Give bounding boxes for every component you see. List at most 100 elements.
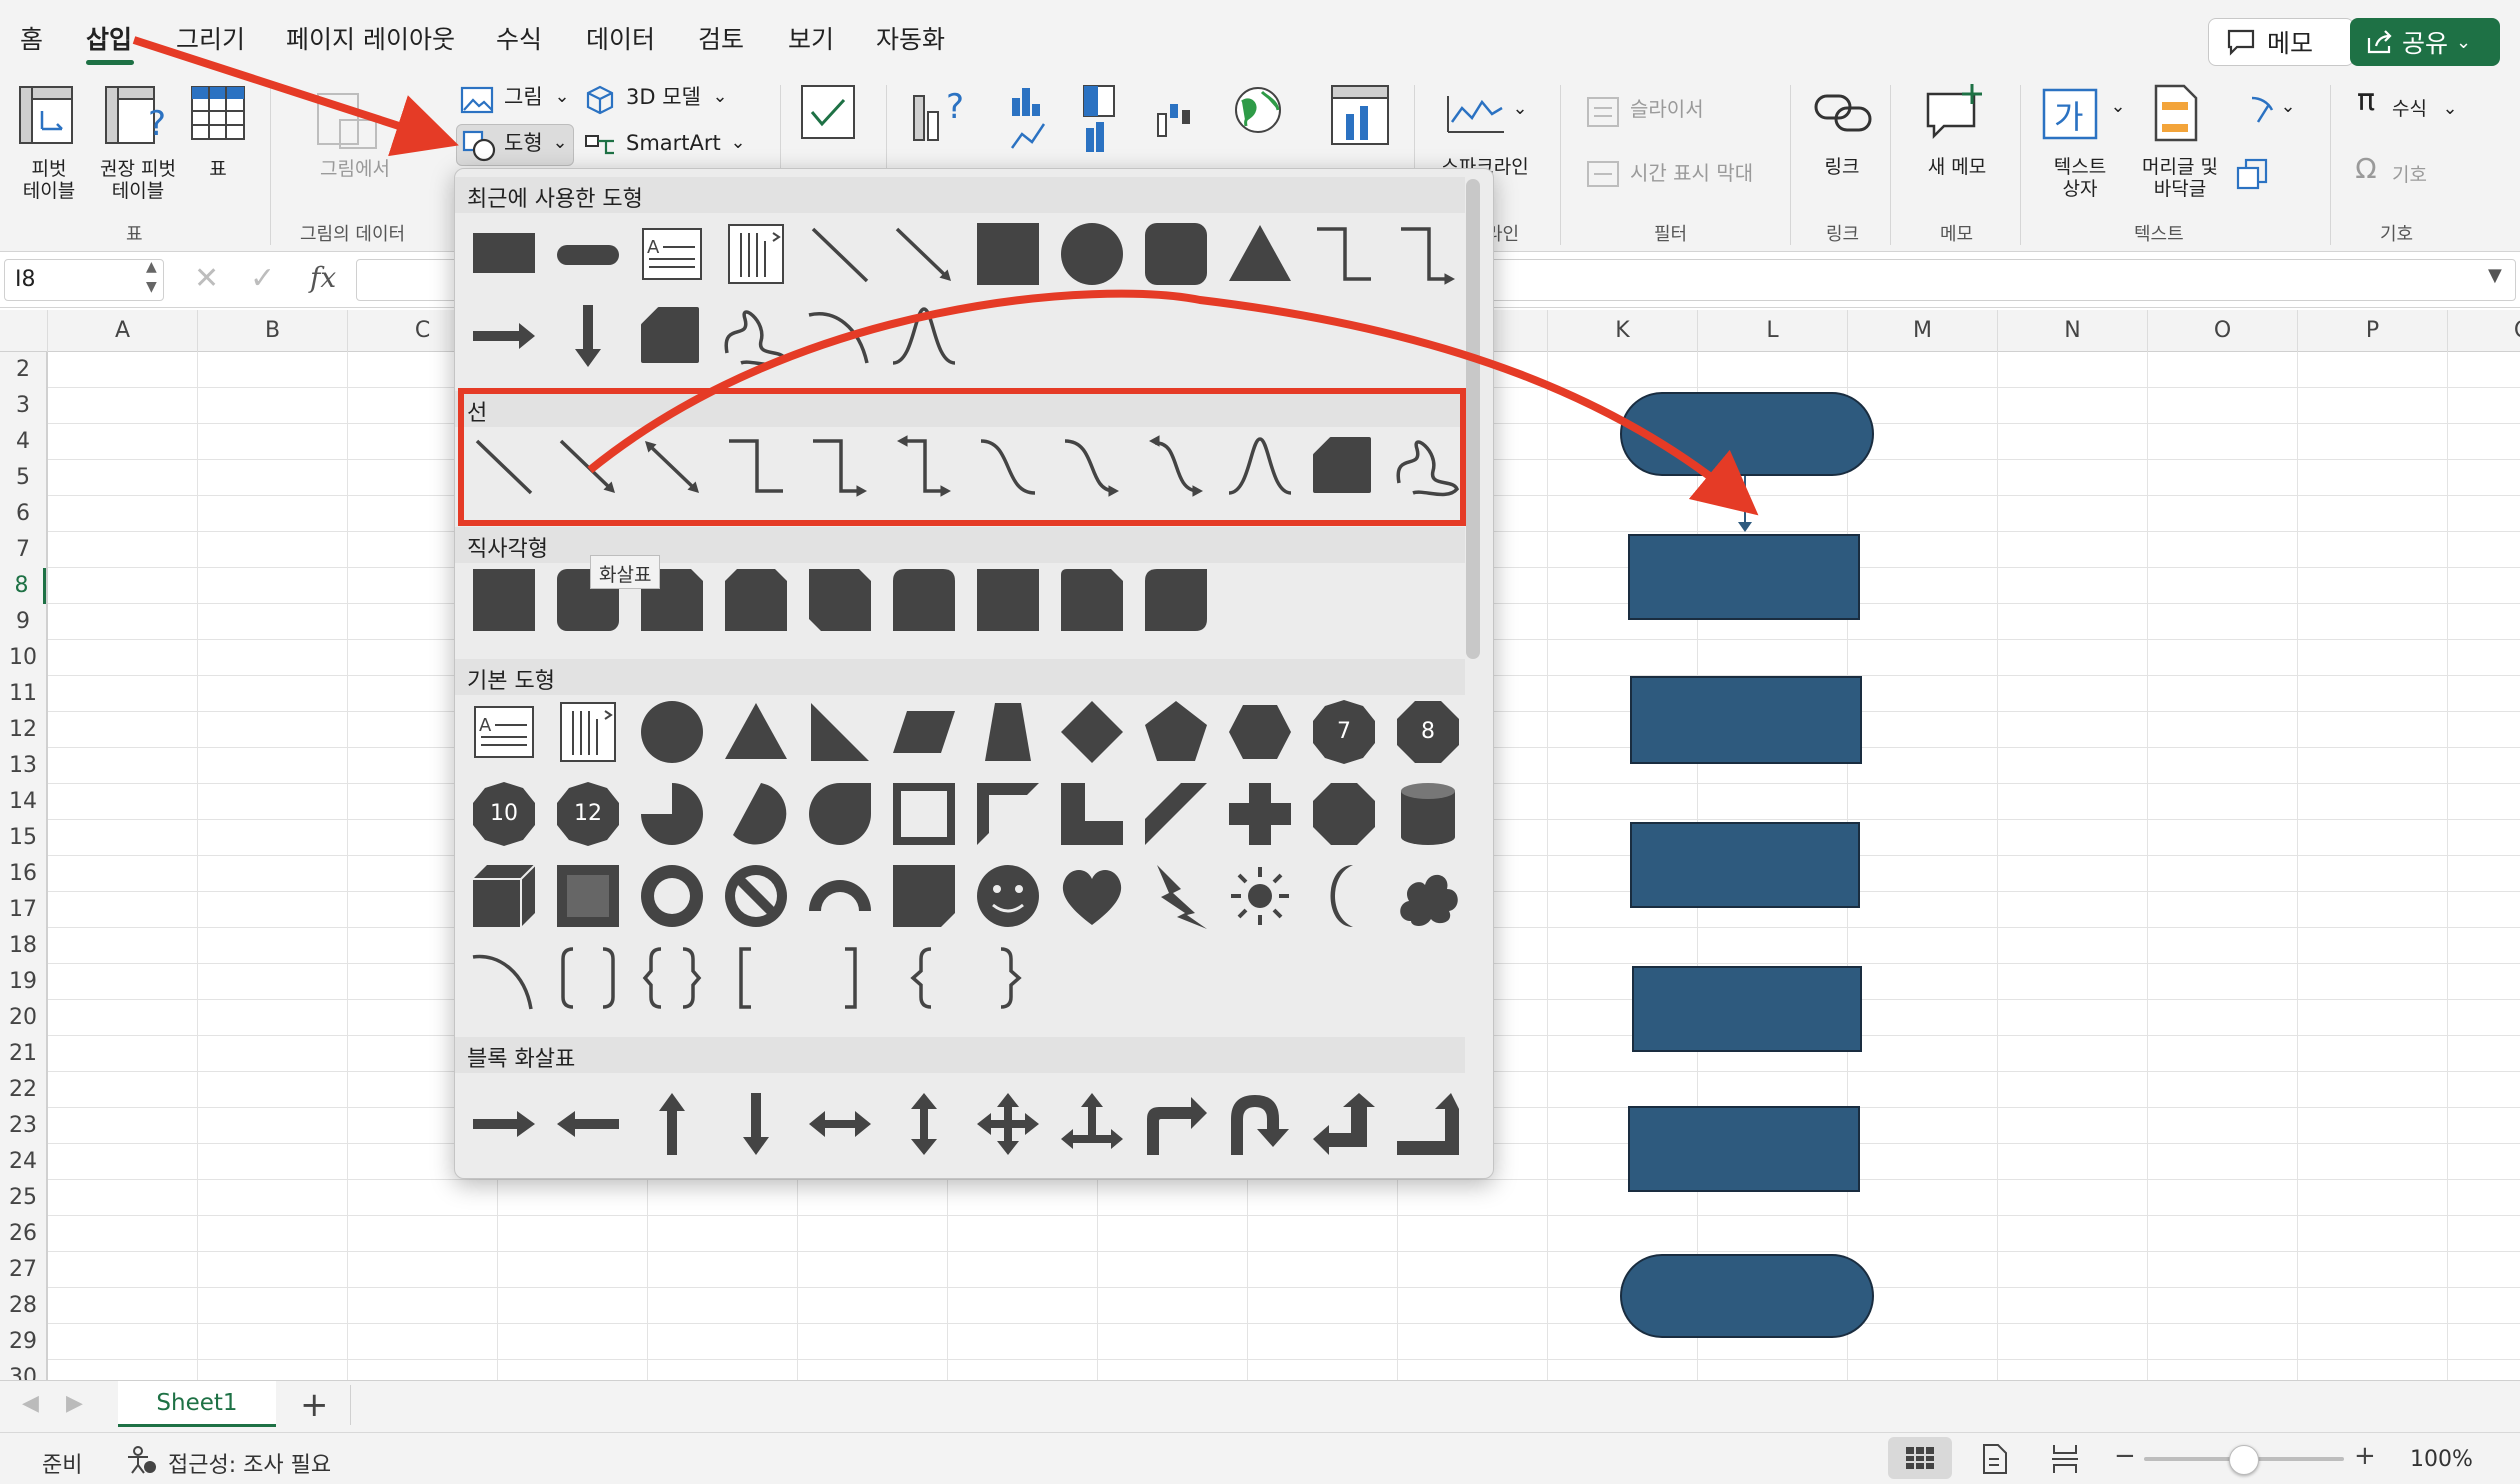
- name-box[interactable]: I8: [4, 259, 164, 301]
- left-bracket-shape[interactable]: [721, 943, 791, 1013]
- flowchart-process-4[interactable]: [1632, 966, 1862, 1052]
- flowchart-process-5[interactable]: [1628, 1106, 1860, 1192]
- cube-shape[interactable]: [469, 861, 539, 931]
- confirm-icon[interactable]: ✓: [250, 261, 275, 296]
- column-header[interactable]: A: [48, 310, 198, 352]
- rounded-pill-shape[interactable]: [553, 219, 623, 289]
- recommended-pivot-button[interactable]: 권장 피벗 테이블: [88, 158, 188, 202]
- block-left-arrow-shape[interactable]: [553, 1089, 623, 1159]
- zoom-slider-thumb[interactable]: [2229, 1445, 2259, 1475]
- zoom-in-button[interactable]: +: [2354, 1441, 2376, 1471]
- bevel-shape[interactable]: [553, 861, 623, 931]
- prev-sheet-icon[interactable]: ◀: [22, 1391, 39, 1416]
- freeform-shape[interactable]: [637, 301, 707, 371]
- row-header[interactable]: 22: [0, 1072, 46, 1108]
- column-header[interactable]: P: [2298, 310, 2448, 352]
- link-button[interactable]: 링크: [1812, 156, 1872, 178]
- heart-shape[interactable]: [1057, 861, 1127, 931]
- row-header[interactable]: 11: [0, 676, 46, 712]
- connector-arrow[interactable]: [1744, 476, 1746, 528]
- flowchart-process-3[interactable]: [1630, 822, 1860, 908]
- pie-shape[interactable]: [637, 779, 707, 849]
- diagonal-stripe-shape[interactable]: [1141, 779, 1211, 849]
- right-arrow-shape[interactable]: [469, 301, 539, 371]
- sun-shape[interactable]: [1225, 861, 1295, 931]
- tab-view[interactable]: 보기: [788, 20, 834, 56]
- cloud-shape[interactable]: [1393, 861, 1463, 931]
- row-header[interactable]: 17: [0, 892, 46, 928]
- double-bracket-shape[interactable]: [553, 943, 623, 1013]
- round-same-side-rectangle-shape[interactable]: [889, 565, 959, 635]
- block-u-turn-arrow-shape[interactable]: [1225, 1089, 1295, 1159]
- frame-shape[interactable]: [889, 779, 959, 849]
- row-header[interactable]: 15: [0, 820, 46, 856]
- block-bent-up-arrow-shape[interactable]: [1393, 1089, 1463, 1159]
- row-header[interactable]: 8: [0, 568, 46, 604]
- column-header[interactable]: B: [198, 310, 348, 352]
- row-header[interactable]: 24: [0, 1144, 46, 1180]
- row-header[interactable]: 18: [0, 928, 46, 964]
- right-bracket-shape[interactable]: [805, 943, 875, 1013]
- zoom-out-button[interactable]: −: [2114, 1441, 2136, 1471]
- symbol-button[interactable]: 기호: [2392, 164, 2452, 186]
- parallelogram-shape[interactable]: [889, 697, 959, 767]
- tab-data[interactable]: 데이터: [586, 20, 655, 56]
- elbow-connector-shape[interactable]: [1309, 219, 1379, 289]
- octagon-number-shape[interactable]: 8: [1393, 697, 1463, 767]
- tab-home[interactable]: 홈: [20, 20, 43, 56]
- flowchart-terminator-end[interactable]: [1620, 1254, 1874, 1338]
- rectangle-shape[interactable]: [469, 565, 539, 635]
- tab-insert[interactable]: 삽입: [86, 20, 132, 56]
- decagon-number-shape[interactable]: 7: [1309, 697, 1379, 767]
- column-header[interactable]: O: [2148, 310, 2298, 352]
- triangle-shape[interactable]: [721, 697, 791, 767]
- circle-shape[interactable]: [1057, 219, 1127, 289]
- row-header[interactable]: 10: [0, 640, 46, 676]
- timeline-button[interactable]: 시간 표시 막대: [1630, 162, 1780, 184]
- column-header[interactable]: L: [1698, 310, 1848, 352]
- trapezoid-shape[interactable]: [973, 697, 1043, 767]
- right-triangle-shape[interactable]: [805, 697, 875, 767]
- scribble-shape[interactable]: [721, 301, 791, 371]
- oval-shape[interactable]: [637, 697, 707, 767]
- round-diagonal-rectangle-shape[interactable]: [1141, 565, 1211, 635]
- block-arc-shape[interactable]: [805, 861, 875, 931]
- block-up-down-arrow-shape[interactable]: [889, 1089, 959, 1159]
- block-bent-arrow-shape[interactable]: [1141, 1089, 1211, 1159]
- row-header[interactable]: 14: [0, 784, 46, 820]
- vertical-text-box-shape[interactable]: [553, 697, 623, 767]
- down-arrow-shape[interactable]: [553, 301, 623, 371]
- square-shape[interactable]: [973, 219, 1043, 289]
- row-header[interactable]: 27: [0, 1252, 46, 1288]
- vertical-text-box-shape[interactable]: [721, 219, 791, 289]
- tab-automate[interactable]: 자동화: [876, 20, 945, 56]
- plus-shape[interactable]: [1225, 779, 1295, 849]
- rectangle-shape[interactable]: [973, 565, 1043, 635]
- flowchart-process-1[interactable]: [1628, 534, 1860, 620]
- share-button[interactable]: 공유 ⌄: [2350, 18, 2500, 66]
- expand-formula-icon[interactable]: ▼: [2488, 265, 2502, 286]
- page-break-icon[interactable]: [2050, 1443, 2080, 1475]
- tab-draw[interactable]: 그리기: [176, 20, 245, 56]
- hexagon-shape[interactable]: [1225, 697, 1295, 767]
- row-header[interactable]: 29: [0, 1324, 46, 1360]
- row-header[interactable]: 5: [0, 460, 46, 496]
- row-header[interactable]: 23: [0, 1108, 46, 1144]
- block-left-right-arrow-shape[interactable]: [805, 1089, 875, 1159]
- new-comment-button[interactable]: 새 메모: [1912, 156, 2002, 178]
- donut-shape[interactable]: [637, 861, 707, 931]
- from-picture-button[interactable]: 그림에서: [300, 158, 410, 180]
- half-frame-shape[interactable]: [973, 779, 1043, 849]
- block-left-right-up-arrow-shape[interactable]: [1057, 1089, 1127, 1159]
- zoom-level[interactable]: 100%: [2410, 1447, 2473, 1472]
- tab-review[interactable]: 검토: [698, 20, 744, 56]
- row-header[interactable]: 16: [0, 856, 46, 892]
- elbow-arrow-connector-shape[interactable]: [1393, 219, 1463, 289]
- accessibility-icon[interactable]: [126, 1445, 158, 1475]
- row-header[interactable]: 6: [0, 496, 46, 532]
- can-shape[interactable]: [1393, 779, 1463, 849]
- tab-formulas[interactable]: 수식: [496, 20, 542, 56]
- sheet-tab-sheet1[interactable]: Sheet1: [118, 1381, 276, 1427]
- arc-shape[interactable]: [805, 301, 875, 371]
- row-header[interactable]: 12: [0, 712, 46, 748]
